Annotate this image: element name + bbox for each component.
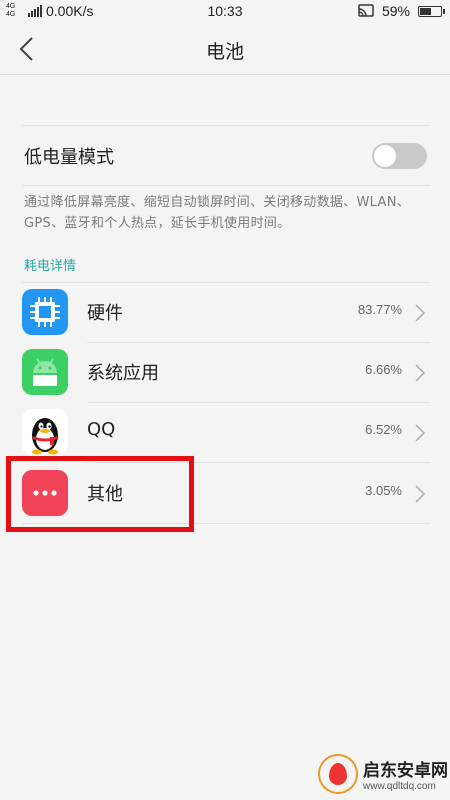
highlight-box	[6, 456, 194, 532]
list-item-qq[interactable]: QQ 6.52%	[0, 402, 450, 462]
watermark: 启东安卓网 www.qdltdq.com	[318, 754, 448, 794]
list-item-hardware[interactable]: 硬件 83.77%	[0, 282, 450, 342]
low-power-mode-toggle[interactable]	[372, 143, 427, 169]
header-divider	[0, 74, 450, 75]
item-name: 系统应用	[87, 363, 159, 384]
divider	[22, 125, 430, 126]
qq-penguin-icon	[22, 409, 68, 455]
battery-percent: 59%	[381, 3, 410, 19]
battery-icon	[418, 5, 445, 17]
item-name: QQ	[87, 419, 116, 440]
chevron-right-icon	[415, 304, 425, 322]
chevron-right-icon	[415, 485, 425, 503]
toggle-knob	[374, 145, 396, 167]
item-percent: 3.05%	[365, 483, 402, 498]
low-power-mode-label: 低电量模式	[24, 147, 114, 168]
cast-icon	[358, 4, 374, 17]
chevron-right-icon	[415, 364, 425, 382]
item-percent: 83.77%	[357, 302, 402, 317]
watermark-title: 启东安卓网	[363, 761, 448, 781]
chevron-right-icon	[415, 424, 425, 442]
chip-icon	[22, 289, 68, 335]
list-item-system-apps[interactable]: 系统应用 6.66%	[0, 342, 450, 402]
low-power-mode-description: 通过降低屏幕亮度、缩短自动锁屏时间、关闭移动数据、WLAN、GPS、蓝牙和个人热…	[24, 195, 411, 231]
section-title: 耗电详情	[24, 259, 77, 274]
item-percent: 6.66%	[365, 362, 402, 377]
item-percent: 6.52%	[365, 422, 402, 437]
status-bar: 4G 4G 0.00K/s 10:33 59%	[0, 0, 450, 24]
watermark-url: www.qdltdq.com	[363, 781, 436, 792]
divider	[22, 185, 430, 186]
item-name: 硬件	[87, 303, 123, 324]
android-icon	[22, 349, 68, 395]
app-header: 电池	[0, 24, 450, 74]
page-title: 电池	[205, 41, 244, 63]
watermark-logo-icon	[318, 754, 358, 794]
